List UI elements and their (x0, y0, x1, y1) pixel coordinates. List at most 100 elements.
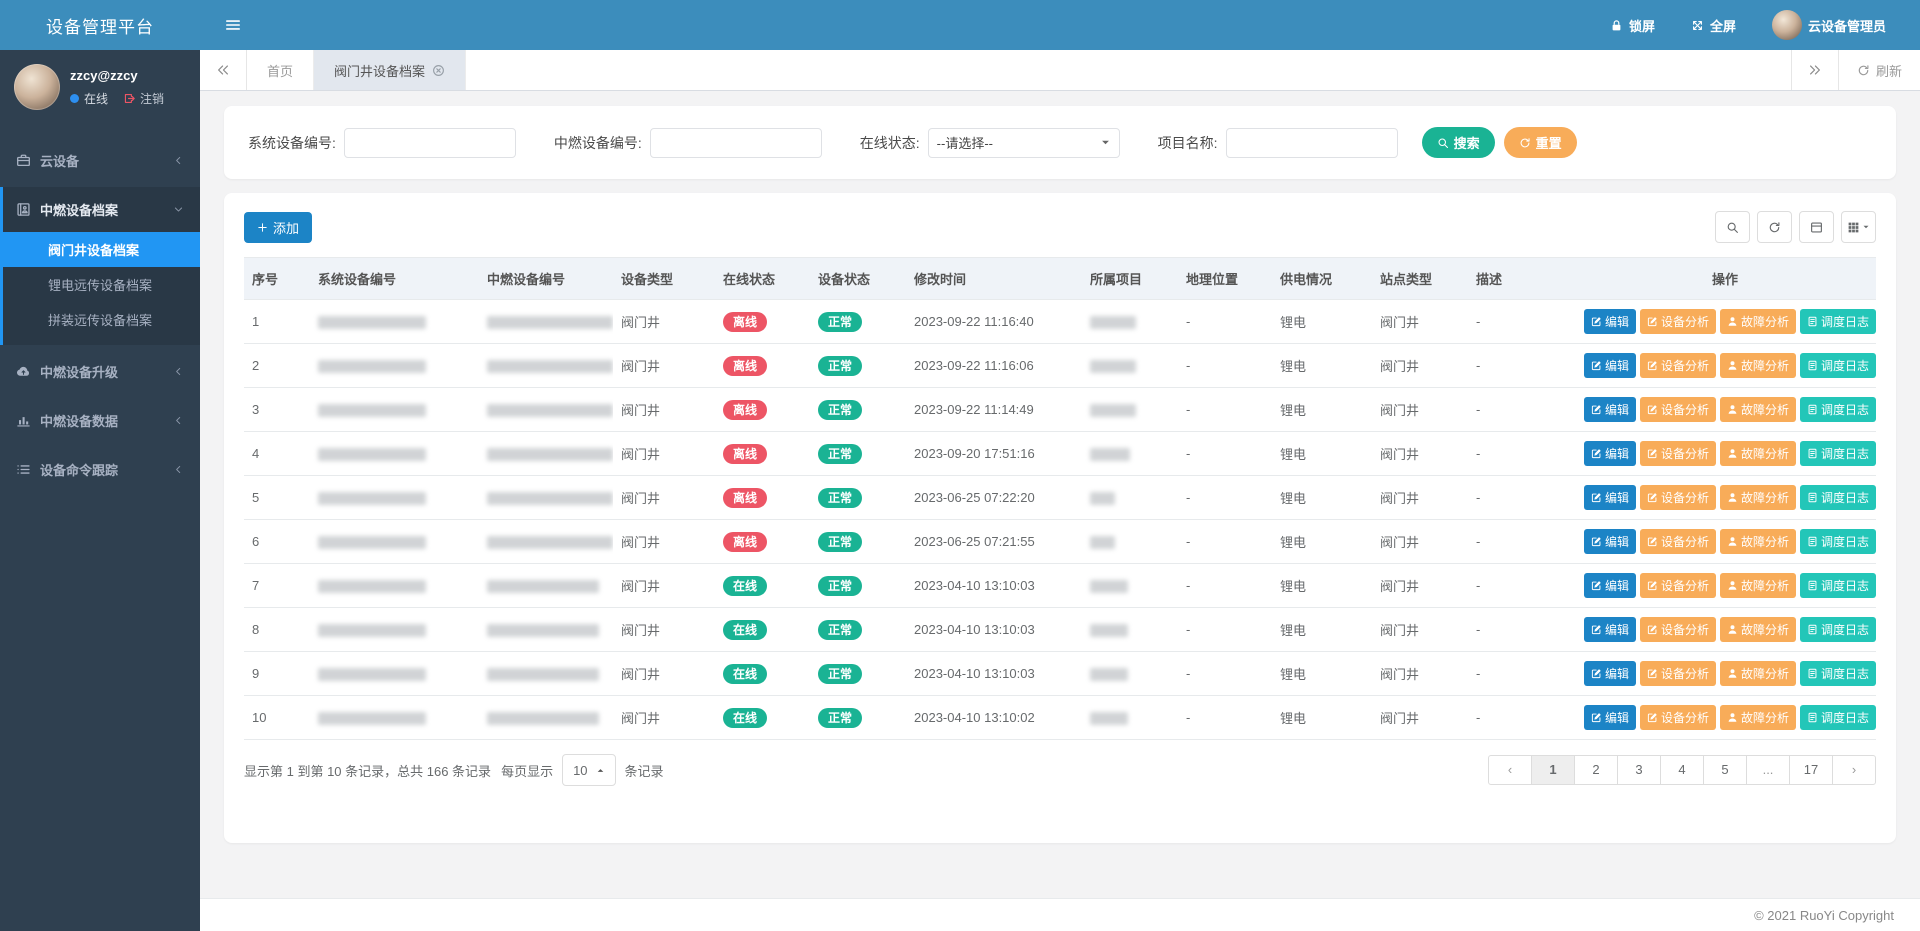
search-button[interactable]: 搜索 (1422, 127, 1495, 158)
sidebar-subitem-assembled-remote-device-archive[interactable]: 拼装远传设备档案 (3, 302, 200, 337)
tabs-scroll-left-button[interactable] (200, 50, 247, 90)
edit-button[interactable]: 编辑 (1584, 705, 1636, 730)
dispatch-log-button[interactable]: 调度日志 (1800, 705, 1876, 730)
fault-analysis-button[interactable]: 故障分析 (1720, 705, 1796, 730)
dispatch-log-button[interactable]: 调度日志 (1800, 309, 1876, 334)
cell-device-type: 阀门井 (613, 696, 715, 740)
toolbar-search-button[interactable] (1715, 211, 1750, 243)
online-status-badge: 离线 (723, 312, 767, 332)
device-analysis-button[interactable]: 设备分析 (1640, 617, 1716, 642)
user-menu[interactable]: 云设备管理员 (1772, 10, 1886, 40)
device-analysis-button[interactable]: 设备分析 (1640, 441, 1716, 466)
dispatch-log-button[interactable]: 调度日志 (1800, 397, 1876, 422)
dispatch-log-button[interactable]: 调度日志 (1800, 617, 1876, 642)
fault-analysis-button[interactable]: 故障分析 (1720, 617, 1796, 642)
cell-actions: 编辑设备分析故障分析调度日志设备命令配置设备信息 (1574, 476, 1876, 520)
page-button-17[interactable]: 17 (1789, 755, 1833, 785)
user-name: zzcy@zzcy (70, 68, 164, 83)
sidebar-item-cloud-device[interactable]: 云设备 (0, 138, 200, 183)
online-status-badge: 在线 (723, 664, 767, 684)
online-status-label: 在线状态: (860, 133, 920, 153)
edit-button[interactable]: 编辑 (1584, 309, 1636, 334)
search-icon (1437, 137, 1449, 149)
system-device-no-input[interactable] (344, 128, 516, 158)
page-button-4[interactable]: 4 (1660, 755, 1704, 785)
edit-button[interactable]: 编辑 (1584, 661, 1636, 686)
next-page-button[interactable]: › (1832, 755, 1876, 785)
device-analysis-button[interactable]: 设备分析 (1640, 397, 1716, 422)
avatar[interactable] (14, 64, 60, 110)
device-analysis-button[interactable]: 设备分析 (1640, 309, 1716, 334)
column-header-9: 供电情况 (1272, 258, 1372, 300)
add-button[interactable]: 添加 (244, 212, 312, 243)
page-button-2[interactable]: 2 (1574, 755, 1618, 785)
page-button-1[interactable]: 1 (1531, 755, 1575, 785)
redacted-project (1090, 580, 1128, 593)
page-button-5[interactable]: 5 (1703, 755, 1747, 785)
prev-page-button[interactable]: ‹ (1488, 755, 1532, 785)
edit-button[interactable]: 编辑 (1584, 573, 1636, 598)
dispatch-log-button[interactable]: 调度日志 (1800, 661, 1876, 686)
tab-close-icon[interactable] (432, 64, 445, 77)
device-analysis-button[interactable]: 设备分析 (1640, 705, 1716, 730)
device-analysis-button[interactable]: 设备分析 (1640, 529, 1716, 554)
tab-refresh-button[interactable]: 刷新 (1838, 50, 1920, 90)
cell-power: 锂电 (1272, 432, 1372, 476)
edit-button[interactable]: 编辑 (1584, 441, 1636, 466)
device-analysis-button[interactable]: 设备分析 (1640, 661, 1716, 686)
redacted-zr-device-no (487, 536, 613, 549)
cell-station-type: 阀门井 (1372, 344, 1468, 388)
caret-down-icon (1100, 137, 1111, 148)
lock-screen-button[interactable]: 锁屏 (1610, 16, 1655, 35)
angle-left-icon (173, 155, 184, 166)
dispatch-log-button[interactable]: 调度日志 (1800, 353, 1876, 378)
toolbar-refresh-button[interactable] (1757, 211, 1792, 243)
dispatch-log-button[interactable]: 调度日志 (1800, 441, 1876, 466)
tab-home[interactable]: 首页 (247, 50, 314, 90)
fault-analysis-button[interactable]: 故障分析 (1720, 397, 1796, 422)
dispatch-log-button[interactable]: 调度日志 (1800, 573, 1876, 598)
toolbar-toggle-view-button[interactable] (1799, 211, 1834, 243)
fault-analysis-button[interactable]: 故障分析 (1720, 353, 1796, 378)
edit-button[interactable]: 编辑 (1584, 529, 1636, 554)
zr-device-no-input[interactable] (650, 128, 822, 158)
sidebar-subitem-lithium-remote-device-archive[interactable]: 锂电远传设备档案 (3, 267, 200, 302)
device-analysis-button[interactable]: 设备分析 (1640, 485, 1716, 510)
submenu: 阀门井设备档案锂电远传设备档案拼装远传设备档案 (3, 232, 200, 345)
edit-button[interactable]: 编辑 (1584, 485, 1636, 510)
sidebar-item-label: 中燃设备档案 (40, 200, 164, 219)
project-name-input[interactable] (1226, 128, 1398, 158)
fault-analysis-button[interactable]: 故障分析 (1720, 573, 1796, 598)
edit-button[interactable]: 编辑 (1584, 353, 1636, 378)
dispatch-log-button[interactable]: 调度日志 (1800, 529, 1876, 554)
fault-analysis-button[interactable]: 故障分析 (1720, 529, 1796, 554)
device-analysis-button[interactable]: 设备分析 (1640, 573, 1716, 598)
dispatch-log-button[interactable]: 调度日志 (1800, 485, 1876, 510)
toolbar-columns-button[interactable] (1841, 211, 1876, 243)
redacted-system-device-no (318, 712, 426, 725)
fault-analysis-button[interactable]: 故障分析 (1720, 661, 1796, 686)
fault-analysis-button[interactable]: 故障分析 (1720, 309, 1796, 334)
redacted-project (1090, 404, 1136, 417)
device-analysis-button[interactable]: 设备分析 (1640, 353, 1716, 378)
sidebar-item-zr-device-data[interactable]: 中燃设备数据 (0, 398, 200, 443)
sidebar-toggle-button[interactable] (224, 16, 242, 34)
edit-button[interactable]: 编辑 (1584, 397, 1636, 422)
sidebar-subitem-valve-well-device-archive[interactable]: 阀门井设备档案 (3, 232, 200, 267)
sidebar-item-device-command-trace[interactable]: 设备命令跟踪 (0, 447, 200, 492)
online-status-select[interactable]: --请选择-- (928, 128, 1120, 158)
sidebar-item-zr-device-archive[interactable]: 中燃设备档案 (3, 187, 200, 232)
cell-modified-time: 2023-06-25 07:21:55 (906, 520, 1082, 564)
fault-analysis-button[interactable]: 故障分析 (1720, 441, 1796, 466)
page-button-3[interactable]: 3 (1617, 755, 1661, 785)
tabs-scroll-right-button[interactable] (1791, 50, 1838, 90)
avatar (1772, 10, 1802, 40)
edit-button[interactable]: 编辑 (1584, 617, 1636, 642)
fullscreen-button[interactable]: 全屏 (1691, 16, 1736, 35)
tab-valve-well-archive[interactable]: 阀门井设备档案 (314, 50, 466, 90)
reset-button[interactable]: 重置 (1504, 127, 1577, 158)
logout-button[interactable]: 注销 (123, 90, 164, 107)
sidebar-item-zr-device-upgrade[interactable]: 中燃设备升级 (0, 349, 200, 394)
fault-analysis-button[interactable]: 故障分析 (1720, 485, 1796, 510)
page-size-select[interactable]: 10 (562, 754, 615, 786)
